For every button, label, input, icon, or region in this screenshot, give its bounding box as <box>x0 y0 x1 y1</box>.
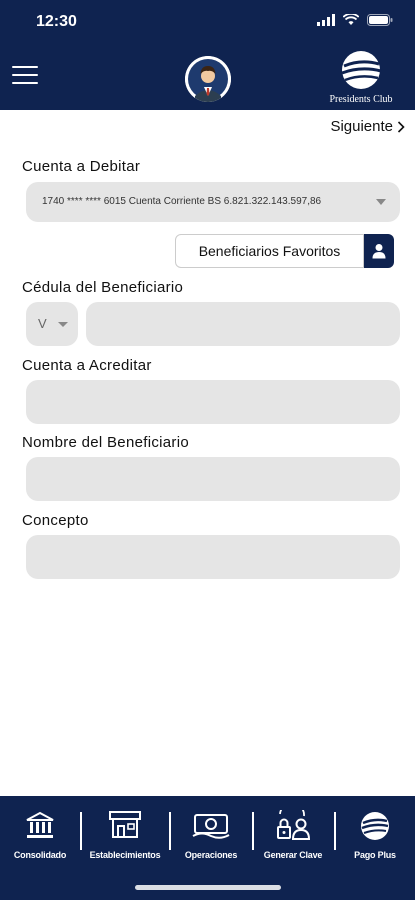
tab-generar-clave[interactable]: Generar Clave <box>256 810 330 870</box>
bottom-tab-bar: Consolidado Establecimientos Operaciones <box>0 796 415 900</box>
tab-label: Operaciones <box>184 850 238 860</box>
caret-down-icon <box>58 322 68 327</box>
tab-pago-plus[interactable]: Pago Plus <box>338 810 412 870</box>
status-time: 12:30 <box>36 13 77 30</box>
signal-icon <box>317 14 335 26</box>
user-icon <box>372 244 386 259</box>
credit-account-input[interactable] <box>26 380 400 424</box>
app-header: Presidents Club <box>0 44 415 110</box>
debit-account-label: Cuenta a Debitar <box>22 158 141 175</box>
tab-label: Pago Plus <box>354 850 396 860</box>
tab-consolidado[interactable]: Consolidado <box>4 810 76 870</box>
tab-label: Generar Clave <box>263 850 323 860</box>
next-button[interactable]: Siguiente <box>330 118 405 135</box>
favorites-user-button[interactable] <box>364 234 394 268</box>
beneficiary-id-label: Cédula del Beneficiario <box>22 279 184 296</box>
hamburger-icon-line <box>12 82 38 84</box>
home-indicator <box>135 885 281 890</box>
hamburger-icon-line <box>12 66 38 68</box>
chevron-right-icon <box>397 120 405 133</box>
beneficiary-name-input[interactable] <box>26 457 400 501</box>
tab-divider <box>80 812 82 850</box>
concept-label: Concepto <box>22 512 89 529</box>
tab-label: Consolidado <box>13 850 67 860</box>
money-icon <box>192 814 230 839</box>
wifi-icon <box>343 14 359 25</box>
next-label: Siguiente <box>330 118 393 135</box>
status-icons <box>317 14 393 26</box>
status-bar: 12:30 <box>0 0 415 44</box>
bank-icon <box>26 811 54 838</box>
tab-divider <box>334 812 336 850</box>
caret-down-icon <box>376 199 386 205</box>
tab-divider <box>169 812 171 850</box>
debit-account-select[interactable]: 1740 **** **** 6015 Cuenta Corriente BS … <box>26 182 400 222</box>
id-type-value: V <box>38 316 47 331</box>
beneficiary-name-label: Nombre del Beneficiario <box>22 434 189 451</box>
favorites-button[interactable]: Beneficiarios Favoritos <box>175 234 364 268</box>
user-avatar-icon <box>185 56 231 102</box>
avatar[interactable] <box>185 56 231 102</box>
pago-plus-icon <box>361 812 389 840</box>
tab-operaciones[interactable]: Operaciones <box>173 810 249 870</box>
concept-input[interactable] <box>26 535 400 579</box>
beneficiary-id-input[interactable] <box>86 302 400 346</box>
brand-text: Presidents Club <box>329 94 393 105</box>
id-type-select[interactable]: V <box>26 302 78 346</box>
lock-user-icon <box>277 810 311 840</box>
menu-button[interactable] <box>12 66 38 86</box>
tab-label: Establecimientos <box>89 850 161 860</box>
hamburger-icon-line <box>12 74 38 76</box>
battery-icon <box>367 14 393 26</box>
tab-divider <box>252 812 254 850</box>
brand-logo: Presidents Club <box>319 49 403 107</box>
debit-account-value: 1740 **** **** 6015 Cuenta Corriente BS … <box>42 196 322 207</box>
credit-account-label: Cuenta a Acreditar <box>22 357 152 374</box>
tab-establecimientos[interactable]: Establecimientos <box>84 810 166 870</box>
store-icon <box>109 811 141 838</box>
presidents-club-logo-icon <box>341 51 382 89</box>
